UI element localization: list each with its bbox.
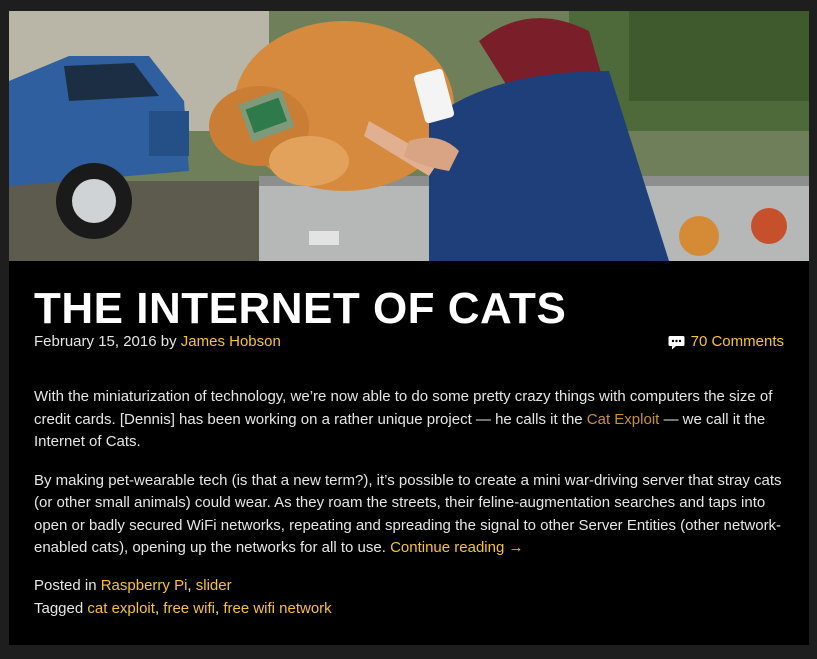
paragraph-1: With the miniaturization of technology, … — [34, 386, 786, 454]
post-title[interactable]: THE INTERNET OF CATS — [34, 281, 566, 337]
paragraph-2: By making pet-wearable tech (is that a n… — [34, 470, 786, 560]
post-card: THE INTERNET OF CATS February 15, 2016 b… — [9, 11, 809, 645]
by-label: by — [160, 333, 177, 350]
posted-in-label: Posted in — [34, 577, 97, 594]
cat-photo — [9, 11, 809, 261]
tag-free-wifi[interactable]: free wifi — [163, 600, 215, 617]
post-meta: February 15, 2016 by James Hobson — [34, 332, 281, 352]
speech-bubble-icon — [668, 335, 685, 349]
tag-free-wifi-network[interactable]: free wifi network — [223, 600, 331, 617]
category-raspberry-pi[interactable]: Raspberry Pi — [101, 577, 188, 594]
hero-image[interactable] — [9, 11, 809, 261]
tagged-label: Tagged — [34, 600, 84, 617]
categories-row: Posted in Raspberry Pi, slider — [34, 577, 232, 594]
post-excerpt: With the miniaturization of technology, … — [34, 386, 786, 576]
author-link[interactable]: James Hobson — [181, 333, 281, 350]
post-date[interactable]: February 15, 2016 — [34, 333, 157, 350]
continue-reading-link[interactable]: Continue reading → — [390, 539, 523, 556]
tags-row: Tagged cat exploit, free wifi, free wifi… — [34, 600, 332, 617]
tag-cat-exploit[interactable]: cat exploit — [87, 600, 155, 617]
comments-link[interactable]: 70 Comments — [691, 332, 784, 352]
post-footer: Posted in Raspberry Pi, slider Tagged ca… — [34, 574, 332, 620]
category-slider[interactable]: slider — [196, 577, 232, 594]
comments-meta: 70 Comments — [668, 332, 784, 352]
cat-exploit-link[interactable]: Cat Exploit — [587, 411, 660, 428]
